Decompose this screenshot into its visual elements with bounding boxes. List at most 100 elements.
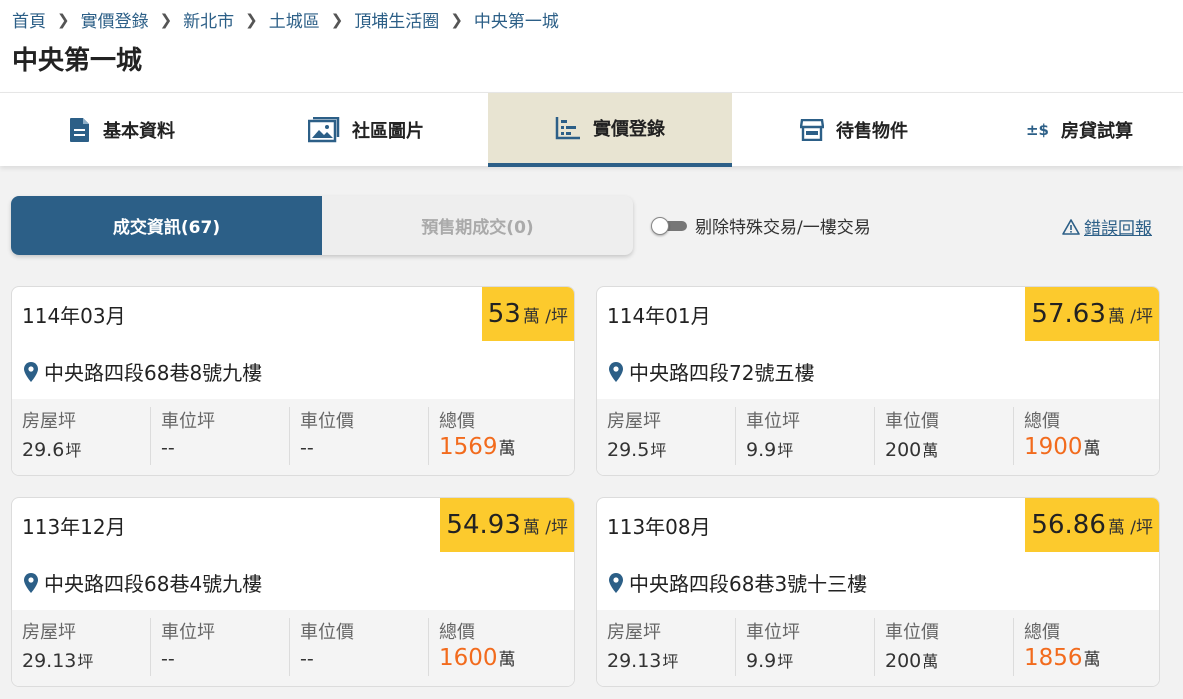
stat-house-area: 房屋坪 29.13坪 — [597, 618, 736, 676]
ping-unit: 坪 — [777, 652, 794, 671]
transaction-address: 中央路四段68巷8號九樓 — [24, 357, 262, 386]
tab-label: 待售物件 — [836, 121, 908, 142]
map-pin-icon — [24, 361, 38, 382]
tab-basic-info[interactable]: 基本資料 — [0, 93, 244, 167]
transaction-card[interactable]: 113年12月 54.93 萬 /坪 中央路四段68巷4號九樓 房屋坪 29.1… — [11, 497, 575, 687]
breadcrumb-district[interactable]: 土城區 — [269, 7, 320, 32]
toggle-label: 剔除特殊交易/一樓交易 — [695, 218, 871, 238]
breadcrumb-city[interactable]: 新北市 — [183, 7, 234, 32]
breadcrumb-home[interactable]: 首頁 — [12, 7, 46, 32]
stat-parking-area: 車位坪 9.9坪 — [736, 407, 875, 465]
stat-value: 29.5坪 — [607, 437, 735, 461]
stat-parking-price: 車位價 -- — [290, 407, 429, 465]
wan-unit: 萬 — [922, 652, 939, 671]
chevron-right-icon: ❯ — [330, 10, 344, 29]
wan-unit: 萬 — [498, 439, 516, 459]
stat-total-price: 總價 1569萬 — [429, 407, 568, 465]
stat-value: 1600萬 — [439, 645, 568, 671]
unit-price-unit: 萬 /坪 — [1107, 517, 1153, 538]
tab-bar: 基本資料 社區圖片 實價登錄 待售物件 ±$ 房貸試算 — [0, 92, 1183, 167]
stat-value: -- — [161, 437, 289, 459]
transaction-date: 113年08月 — [607, 515, 711, 539]
transaction-date: 113年12月 — [22, 515, 126, 539]
chevron-right-icon: ❯ — [57, 10, 70, 29]
unit-price-value: 54.93 — [446, 510, 521, 540]
segment-transactions[interactable]: 成交資訊(67) — [11, 196, 322, 255]
document-icon — [70, 118, 89, 142]
error-report-link[interactable]: 錯誤回報 — [1062, 214, 1152, 239]
transaction-address: 中央路四段68巷3號十三樓 — [609, 568, 867, 597]
transaction-card[interactable]: 114年01月 57.63 萬 /坪 中央路四段72號五樓 房屋坪 29.5坪 … — [596, 286, 1160, 476]
stat-label: 房屋坪 — [22, 622, 76, 643]
ping-unit: 坪 — [65, 441, 82, 460]
unit-price-value: 53 — [487, 299, 521, 329]
stat-value: 1856萬 — [1024, 645, 1153, 671]
breadcrumb-price-registry[interactable]: 實價登錄 — [81, 7, 149, 32]
wan-unit: 萬 — [1083, 439, 1101, 459]
stat-value: 1900萬 — [1024, 434, 1153, 460]
stat-value: 200萬 — [885, 437, 1013, 461]
stat-parking-price: 車位價 200萬 — [875, 407, 1014, 465]
tab-label: 實價登錄 — [593, 119, 665, 140]
total-price-value: 1856 — [1024, 645, 1083, 671]
tab-mortgage-calculator[interactable]: ±$ 房貸試算 — [976, 93, 1183, 167]
house-area-value: 29.13 — [607, 650, 662, 672]
stat-label: 車位坪 — [746, 411, 800, 432]
stat-value: 9.9坪 — [746, 437, 874, 461]
tab-community-photos[interactable]: 社區圖片 — [244, 93, 488, 167]
house-area-value: 29.5 — [607, 439, 650, 461]
stat-label: 車位價 — [300, 411, 354, 432]
stat-house-area: 房屋坪 29.5坪 — [597, 407, 736, 465]
stat-total-price: 總價 1600萬 — [429, 618, 568, 676]
tab-label: 房貸試算 — [1061, 121, 1133, 142]
total-price-value: 1900 — [1024, 434, 1083, 460]
stat-house-area: 房屋坪 29.6坪 — [12, 407, 151, 465]
tab-listings[interactable]: 待售物件 — [732, 93, 976, 167]
unit-price-unit: 萬 /坪 — [522, 517, 568, 538]
filter-toggle-group: 剔除特殊交易/一樓交易 — [651, 213, 871, 238]
address-text: 中央路四段68巷3號十三樓 — [629, 572, 868, 596]
segment-presale-transactions[interactable]: 預售期成交(0) — [322, 196, 633, 255]
transaction-stats: 房屋坪 29.6坪 車位坪 -- 車位價 -- 總價 1569萬 — [12, 399, 574, 475]
stat-parking-price: 車位價 -- — [290, 618, 429, 676]
unit-price-unit: 萬 /坪 — [522, 306, 568, 327]
address-text: 中央路四段68巷8號九樓 — [44, 361, 263, 385]
stat-label: 房屋坪 — [607, 411, 661, 432]
parking-area-value: -- — [161, 648, 175, 670]
stat-label: 車位坪 — [746, 622, 800, 643]
stat-parking-area: 車位坪 9.9坪 — [736, 618, 875, 676]
tab-price-registry[interactable]: 實價登錄 — [488, 93, 732, 167]
stat-value: 9.9坪 — [746, 648, 874, 672]
stat-total-price: 總價 1856萬 — [1014, 618, 1153, 676]
transaction-card[interactable]: 114年03月 53 萬 /坪 中央路四段68巷8號九樓 房屋坪 29.6坪 車… — [11, 286, 575, 476]
transaction-address: 中央路四段72號五樓 — [609, 357, 814, 386]
transaction-card[interactable]: 113年08月 56.86 萬 /坪 中央路四段68巷3號十三樓 房屋坪 29.… — [596, 497, 1160, 687]
stat-label: 房屋坪 — [607, 622, 661, 643]
stat-value: 200萬 — [885, 648, 1013, 672]
map-pin-icon — [609, 361, 623, 382]
map-pin-icon — [609, 572, 623, 593]
stat-label: 總價 — [1024, 411, 1060, 432]
parking-price-value: 200 — [885, 650, 922, 672]
unit-price-badge: 54.93 萬 /坪 — [440, 498, 574, 552]
page-title: 中央第一城 — [12, 46, 143, 76]
stat-label: 總價 — [1024, 622, 1060, 643]
warning-icon — [1062, 218, 1080, 235]
price-chart-icon — [555, 117, 580, 140]
stat-value: -- — [161, 648, 289, 670]
parking-price-value: 200 — [885, 439, 922, 461]
stat-parking-area: 車位坪 -- — [151, 407, 290, 465]
breadcrumb-area[interactable]: 頂埔生活圈 — [354, 7, 439, 32]
ping-unit: 坪 — [650, 441, 667, 460]
stat-value: 29.13坪 — [607, 648, 735, 672]
wan-unit: 萬 — [498, 650, 516, 670]
stat-value: -- — [300, 648, 428, 670]
transaction-date: 114年03月 — [22, 304, 126, 328]
parking-price-value: -- — [300, 648, 314, 670]
stat-total-price: 總價 1900萬 — [1014, 407, 1153, 465]
total-price-value: 1600 — [439, 645, 498, 671]
transaction-address: 中央路四段68巷4號九樓 — [24, 568, 262, 597]
exclude-special-toggle[interactable] — [651, 216, 689, 236]
page-header: 首頁 ❯ 實價登錄 ❯ 新北市 ❯ 土城區 ❯ 頂埔生活圈 ❯ 中央第一城 中央… — [0, 0, 1183, 92]
breadcrumb-community[interactable]: 中央第一城 — [474, 7, 559, 32]
